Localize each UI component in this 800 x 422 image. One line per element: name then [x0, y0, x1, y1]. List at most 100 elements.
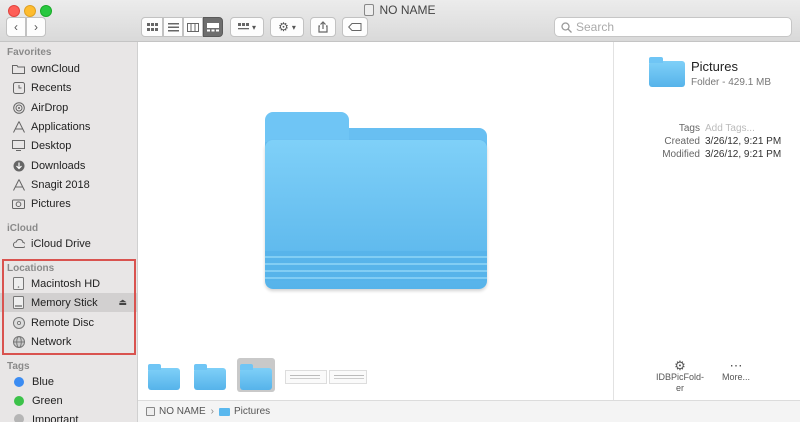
green-tag-dot: [14, 395, 24, 406]
created-label: Created: [664, 136, 700, 147]
path-separator: ›: [210, 406, 215, 417]
folder-icon: [240, 364, 272, 390]
folder-icon: [219, 407, 231, 416]
tags-label: Tags: [678, 123, 700, 134]
group-icon: [237, 22, 249, 29]
large-folder-icon[interactable]: [265, 112, 487, 289]
sidebar-item-pictures[interactable]: Pictures: [0, 194, 137, 213]
path-bar: NO NAME › Pictures: [138, 400, 800, 422]
favorites-header: Favorites: [7, 47, 52, 58]
column-view-icon: [187, 22, 199, 32]
search-input[interactable]: [576, 20, 776, 34]
sidebar-item-label: iCloud Drive: [31, 237, 91, 250]
gear-icon: ⚙: [674, 358, 686, 373]
desktop-icon: [12, 139, 25, 152]
blue-tag-dot: [14, 376, 24, 387]
list-view-icon: [167, 22, 179, 31]
applications-icon: [12, 178, 25, 191]
modified-value: 3/26/12, 9:21 PM: [705, 149, 782, 160]
folder-icon: [649, 57, 685, 87]
gear-icon: ⚙: [278, 20, 289, 34]
drive-icon: [364, 4, 375, 16]
sidebar-item-owncloud[interactable]: ownCloud: [0, 59, 137, 78]
airdrop-icon: [12, 101, 25, 114]
share-icon: [318, 21, 328, 33]
folder-icon: [148, 364, 180, 390]
sidebar-item-label: Green: [32, 394, 63, 407]
search-field[interactable]: [554, 17, 792, 37]
sidebar-item-recents[interactable]: Recents: [0, 78, 137, 97]
folder-front: [265, 140, 487, 289]
quick-action-idbpicfolder[interactable]: ⚙ IDBPicFold- er: [650, 358, 710, 394]
chevron-down-icon: ▾: [291, 22, 296, 32]
document-thumbnail[interactable]: [329, 370, 367, 384]
cloud-icon: [12, 237, 25, 250]
sidebar-item-label: Blue: [32, 375, 55, 388]
sidebar-item-desktop[interactable]: Desktop: [0, 136, 137, 155]
sidebar-item-icloud-drive[interactable]: iCloud Drive: [0, 234, 137, 253]
camera-icon: [12, 197, 25, 210]
toolbar: NO NAME ‹ › ▾ ⚙ ▾: [0, 0, 800, 42]
gallery-view-button[interactable]: [203, 17, 223, 37]
folder-icon: [194, 364, 226, 390]
sidebar-item-downloads[interactable]: Downloads: [0, 156, 137, 175]
sidebar-item-label: Important: [32, 414, 79, 422]
folder-tab: [265, 112, 349, 142]
thumbnail-item[interactable]: [145, 358, 183, 392]
sidebar-item-tag-important[interactable]: Important: [0, 410, 137, 422]
tag-icon: [348, 23, 362, 31]
list-view-button[interactable]: [163, 17, 183, 37]
thumbnail-item[interactable]: [191, 358, 229, 392]
applications-icon: [12, 120, 25, 133]
more-actions-button[interactable]: ⋯ More...: [706, 358, 766, 383]
document-thumbnail[interactable]: [285, 370, 327, 384]
more-icon: ⋯: [729, 358, 743, 373]
gallery-preview: [138, 42, 613, 352]
sidebar-item-label: Applications: [31, 120, 91, 133]
sidebar-item-airdrop[interactable]: AirDrop: [0, 98, 137, 117]
chevron-down-icon: ▾: [251, 22, 256, 32]
sidebar-item-snagit[interactable]: Snagit 2018: [0, 175, 137, 194]
icon-view-button[interactable]: [141, 17, 163, 37]
forward-arrow: ›: [34, 20, 38, 34]
forward-button[interactable]: ›: [26, 17, 46, 37]
back-button[interactable]: ‹: [6, 17, 26, 37]
thumbnail-strip: [138, 352, 613, 400]
icon-view-icon: [146, 22, 158, 31]
column-view-button[interactable]: [183, 17, 203, 37]
add-tags-field[interactable]: Add Tags...: [705, 123, 755, 134]
icloud-header: iCloud: [7, 223, 39, 234]
info-panel: Pictures Folder - 429.1 MB Tags Add Tags…: [613, 42, 800, 400]
sidebar-item-applications[interactable]: Applications: [0, 117, 137, 136]
folder-stripes: [265, 251, 487, 281]
download-icon: [12, 159, 25, 172]
sidebar-item-label: ownCloud: [31, 62, 80, 75]
group-by-button[interactable]: ▾: [230, 17, 264, 37]
edit-tags-button[interactable]: [342, 17, 368, 37]
tags-header: Tags: [7, 361, 30, 372]
path-current[interactable]: Pictures: [234, 406, 270, 417]
sidebar: Favorites ownCloud Recents AirDrop Appli…: [0, 42, 138, 422]
sidebar-item-label: Recents: [31, 81, 72, 94]
window-title-text: NO NAME: [379, 3, 436, 17]
more-label: More...: [721, 372, 750, 382]
sidebar-item-label: Desktop: [31, 139, 72, 152]
sidebar-item-tag-green[interactable]: Green: [0, 391, 137, 410]
action-menu-button[interactable]: ⚙ ▾: [270, 17, 304, 37]
item-name: Pictures: [691, 59, 738, 74]
sidebar-item-label: AirDrop: [31, 101, 69, 114]
thumbnail-item-selected[interactable]: [237, 358, 275, 392]
sidebar-item-tag-blue[interactable]: Blue: [0, 372, 137, 391]
clock-icon: [12, 81, 25, 94]
search-icon: [561, 21, 572, 33]
item-kind: Folder - 429.1 MB: [691, 77, 772, 88]
share-button[interactable]: [310, 17, 336, 37]
sidebar-item-label: Snagit 2018: [31, 178, 90, 191]
gallery-view-icon: [207, 22, 219, 31]
folder-icon: [12, 62, 25, 75]
path-root[interactable]: NO NAME: [159, 406, 206, 417]
back-arrow: ‹: [14, 20, 18, 34]
locations-highlight-box: [2, 259, 136, 355]
gray-tag-dot: [14, 414, 24, 422]
quick-action-label: IDBPicFold- er: [655, 372, 704, 393]
